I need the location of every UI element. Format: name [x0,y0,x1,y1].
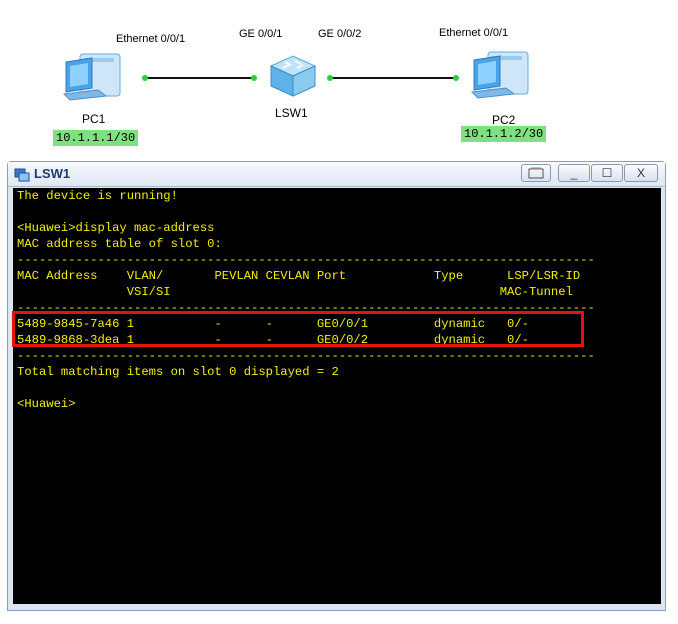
terminal-line: Total matching items on slot 0 displayed… [17,365,339,379]
port-dot-pc1 [142,75,148,81]
port-dot-pc2 [453,75,459,81]
terminal-line: MAC address table of slot 0: [17,237,222,251]
restore-icon-button[interactable] [521,164,551,182]
terminal-line: The device is running! [17,189,178,203]
window-titlebar[interactable]: LSW1 _ ☐ X [8,162,665,187]
switch-port-right-label: GE 0/0/2 [318,28,362,40]
mac-entries-highlight-box [12,311,584,347]
terminal-line: VSI/SI MAC-Tunnel [17,285,573,299]
switch-label: LSW1 [275,106,308,120]
pc2-icon[interactable] [470,50,532,105]
close-button[interactable]: X [624,164,658,182]
terminal-line: <Huawei>display mac-address [17,221,215,235]
network-topology: PC1 10.1.1.1/30 Ethernet 0/0/1 LSW1 GE 0… [0,0,678,160]
port-dot-lsw1-right [327,75,333,81]
minimize-button[interactable]: _ [558,164,590,182]
pc2-ip-label: 10.1.1.2/30 [461,126,547,142]
pc1-label: PC1 [82,112,106,126]
pc2-label: PC2 [492,113,516,127]
terminal-line: <Huawei> [17,397,76,411]
terminal-line: ----------------------------------------… [17,253,595,267]
terminal-line: ----------------------------------------… [17,349,595,363]
pc2-port-label: Ethernet 0/0/1 [439,27,509,39]
window-title: LSW1 [34,166,71,181]
terminal-line: MAC Address VLAN/ PEVLAN CEVLAN Port Typ… [17,269,581,283]
switch-icon[interactable] [263,52,323,105]
terminal-app-icon [14,166,30,182]
pc1-icon[interactable] [62,52,124,107]
maximize-button[interactable]: ☐ [591,164,623,182]
console-window[interactable]: LSW1 _ ☐ X The device is running! <Huawe… [7,161,666,611]
switch-port-left-label: GE 0/0/1 [239,28,283,40]
terminal-output[interactable]: The device is running! <Huawei>display m… [17,188,595,412]
terminal-screen[interactable]: The device is running! <Huawei>display m… [13,188,661,604]
port-dot-lsw1-left [251,75,257,81]
pc1-port-label: Ethernet 0/0/1 [116,33,186,45]
pc1-ip-label: 10.1.1.1/30 [53,130,139,146]
